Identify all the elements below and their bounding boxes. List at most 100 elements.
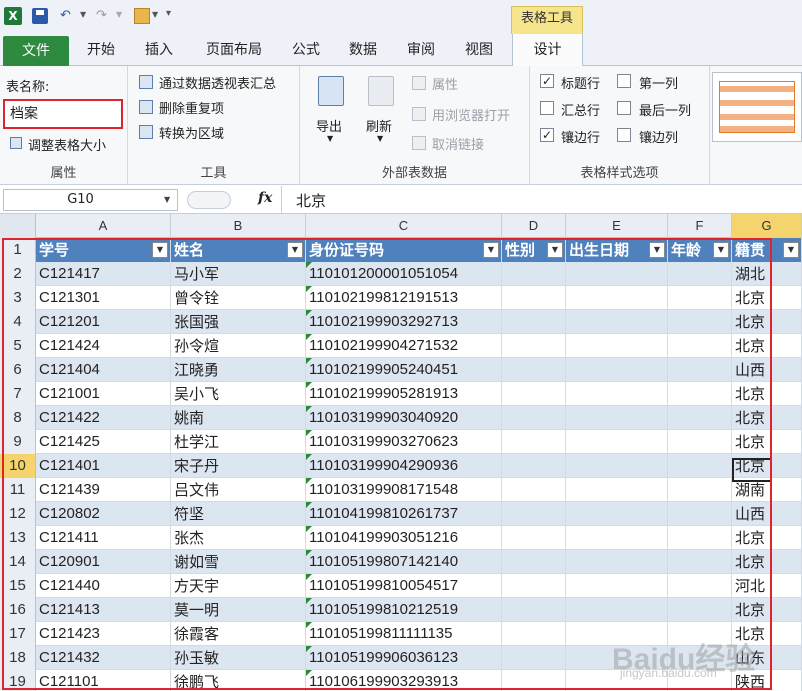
banded-rows-checkbox[interactable]: ✓ (540, 128, 554, 142)
row-header[interactable]: 10 (0, 454, 36, 478)
tab-home[interactable]: 开始 (78, 34, 124, 66)
table-cell[interactable]: C121001 (36, 382, 171, 406)
row-header[interactable]: 2 (0, 262, 36, 286)
table-cell[interactable]: 符坚 (171, 502, 306, 526)
table-cell[interactable] (502, 454, 566, 478)
filter-dropdown-icon[interactable]: ▼ (152, 242, 168, 258)
table-cell[interactable] (502, 406, 566, 430)
row-header[interactable]: 5 (0, 334, 36, 358)
table-cell[interactable] (566, 334, 668, 358)
row-header[interactable]: 7 (0, 382, 36, 406)
open-dropdown-icon[interactable]: ▼ (152, 10, 158, 19)
column-header-col-g[interactable]: G (732, 214, 802, 238)
table-cell[interactable]: 北京 (732, 334, 802, 358)
filter-dropdown-icon[interactable]: ▼ (713, 242, 729, 258)
table-cell[interactable] (502, 622, 566, 646)
table-cell[interactable]: C121422 (36, 406, 171, 430)
tab-insert[interactable]: 插入 (136, 34, 182, 66)
undo-dropdown-icon[interactable]: ▼ (80, 10, 86, 19)
table-cell[interactable]: 江晓勇 (171, 358, 306, 382)
table-cell[interactable]: 北京 (732, 382, 802, 406)
table-cell[interactable]: 110102199812191513 (306, 286, 502, 310)
table-cell[interactable]: C121201 (36, 310, 171, 334)
table-cell[interactable] (668, 358, 732, 382)
table-cell[interactable]: C121440 (36, 574, 171, 598)
table-cell[interactable] (566, 262, 668, 286)
convert-to-range-button[interactable]: 转换为区域 (159, 123, 224, 142)
table-header-cell[interactable]: 身份证号码 (306, 238, 502, 262)
table-cell[interactable]: 110105199906036123 (306, 646, 502, 670)
table-cell[interactable] (668, 334, 732, 358)
column-header-col-e[interactable]: E (566, 214, 668, 238)
table-cell[interactable]: C121404 (36, 358, 171, 382)
summarize-pivot-button[interactable]: 通过数据透视表汇总 (159, 73, 276, 92)
table-cell[interactable] (668, 430, 732, 454)
table-cell[interactable]: 110104199810261737 (306, 502, 502, 526)
table-cell[interactable] (668, 310, 732, 334)
filter-dropdown-icon[interactable]: ▼ (483, 242, 499, 258)
table-cell[interactable]: 北京 (732, 406, 802, 430)
table-cell[interactable]: 110103199903270623 (306, 430, 502, 454)
table-cell[interactable]: 110102199903292713 (306, 310, 502, 334)
table-cell[interactable]: C121423 (36, 622, 171, 646)
tab-review[interactable]: 审阅 (398, 34, 444, 66)
table-cell[interactable] (502, 502, 566, 526)
table-cell[interactable]: 孙令煊 (171, 334, 306, 358)
table-cell[interactable] (668, 478, 732, 502)
table-cell[interactable] (566, 526, 668, 550)
table-cell[interactable] (566, 550, 668, 574)
formula-input[interactable]: 北京 (296, 190, 326, 211)
name-box[interactable]: G10 (3, 189, 178, 211)
table-cell[interactable]: C121413 (36, 598, 171, 622)
table-cell[interactable]: C121424 (36, 334, 171, 358)
properties-button[interactable]: 属性 (432, 74, 458, 93)
table-cell[interactable]: 吕文伟 (171, 478, 306, 502)
table-cell[interactable]: 110105199810054517 (306, 574, 502, 598)
customize-qat-icon[interactable]: ▾ (166, 8, 171, 19)
table-cell[interactable] (668, 382, 732, 406)
table-cell[interactable] (502, 574, 566, 598)
save-icon[interactable] (32, 8, 48, 24)
table-cell[interactable] (502, 286, 566, 310)
table-cell[interactable] (566, 502, 668, 526)
table-cell[interactable] (502, 478, 566, 502)
header-row-checkbox[interactable]: ✓ (540, 74, 554, 88)
table-cell[interactable]: 110103199908171548 (306, 478, 502, 502)
undo-icon[interactable]: ↶ (60, 8, 71, 24)
table-cell[interactable]: 山西 (732, 358, 802, 382)
row-header[interactable]: 11 (0, 478, 36, 502)
formula-bar-splitter[interactable] (187, 191, 231, 209)
filter-dropdown-icon[interactable]: ▼ (547, 242, 563, 258)
table-cell[interactable]: 110105199810212519 (306, 598, 502, 622)
table-cell[interactable]: 北京 (732, 286, 802, 310)
table-cell[interactable]: 110102199905240451 (306, 358, 502, 382)
table-header-cell[interactable]: 学号 (36, 238, 171, 262)
row-header[interactable]: 4 (0, 310, 36, 334)
tab-page-layout[interactable]: 页面布局 (196, 34, 272, 66)
export-dropdown-icon[interactable]: ▼ (327, 134, 333, 143)
redo-icon[interactable]: ↷ (96, 8, 107, 24)
table-cell[interactable] (502, 334, 566, 358)
table-cell[interactable]: 110102199904271532 (306, 334, 502, 358)
tab-data[interactable]: 数据 (340, 34, 386, 66)
name-box-dropdown-icon[interactable]: ▼ (164, 195, 170, 204)
table-cell[interactable] (502, 310, 566, 334)
select-all-corner[interactable] (0, 214, 36, 238)
column-header-col-f[interactable]: F (668, 214, 732, 238)
column-header-col-c[interactable]: C (306, 214, 502, 238)
insert-function-icon[interactable]: fx (258, 190, 272, 206)
table-cell[interactable]: 徐霞客 (171, 622, 306, 646)
table-cell[interactable]: C121417 (36, 262, 171, 286)
table-cell[interactable]: 张国强 (171, 310, 306, 334)
unlink-button[interactable]: 取消链接 (432, 134, 484, 153)
table-cell[interactable] (502, 430, 566, 454)
table-cell[interactable] (566, 454, 668, 478)
table-cell[interactable] (566, 310, 668, 334)
table-cell[interactable]: C121425 (36, 430, 171, 454)
redo-dropdown-icon[interactable]: ▼ (116, 10, 122, 19)
table-cell[interactable]: 北京 (732, 526, 802, 550)
filter-dropdown-icon[interactable]: ▼ (287, 242, 303, 258)
filter-dropdown-icon[interactable]: ▼ (783, 242, 799, 258)
table-cell[interactable]: 110103199904290936 (306, 454, 502, 478)
folder-open-icon[interactable] (134, 8, 150, 24)
